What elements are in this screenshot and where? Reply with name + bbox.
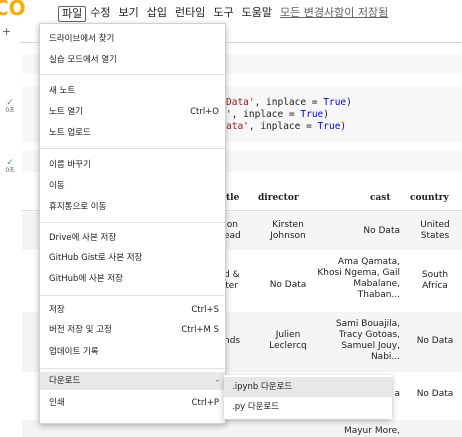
- menu-runtime[interactable]: 런타임: [171, 6, 209, 22]
- code-line-2: ', inplace = True): [226, 109, 329, 120]
- menu-item-print[interactable]: 인쇄 Ctrl+P: [40, 394, 225, 412]
- cell-title: nds: [224, 336, 241, 346]
- col-header-director: director: [258, 193, 299, 203]
- menu-file[interactable]: 파일: [58, 6, 87, 22]
- menu-item-save[interactable]: 저장 Ctrl+S: [40, 301, 225, 319]
- menu-separator: [40, 74, 225, 75]
- menu-item-open-playground[interactable]: 실습 모드에서 열기: [40, 51, 225, 69]
- menu-item-save-copy-drive[interactable]: Drive에 사본 저장: [40, 229, 225, 247]
- code-line-3: ata', inplace = True): [226, 121, 347, 132]
- cell-status-2: ✓ 0초: [0, 158, 20, 175]
- submenu-item-download-ipynb[interactable]: .ipynb 다운로드: [224, 377, 392, 397]
- code-line-1: Data', inplace = True): [226, 97, 352, 108]
- menu-separator: [40, 295, 225, 296]
- check-icon: ✓: [6, 158, 14, 168]
- menu-separator: [40, 368, 225, 369]
- cell-cast: No Data: [363, 226, 400, 236]
- file-menu: 드라이브에서 찾기 실습 모드에서 열기 새 노트 노트 열기 Ctrl+O 노트…: [39, 23, 226, 424]
- add-cell-icon[interactable]: +: [2, 25, 11, 38]
- menu-separator: [40, 222, 225, 223]
- cell-cast: Ama Qamata, Khosi Ngema, Gail Mabalane, …: [317, 257, 400, 300]
- menu-item-new-notebook[interactable]: 새 노트: [40, 82, 225, 100]
- submenu-arrow-icon: -: [215, 376, 219, 386]
- menu-view[interactable]: 보기: [115, 6, 143, 22]
- cell-director: Kirsten Johnson: [270, 220, 306, 241]
- check-icon: ✓: [6, 98, 14, 108]
- menu-help[interactable]: 도움말: [238, 6, 276, 22]
- col-header-country: country: [410, 193, 449, 203]
- menu-item-move-to-trash[interactable]: 휴지통으로 이동: [40, 198, 225, 216]
- col-header-title: tle: [226, 193, 240, 203]
- download-submenu: .ipynb 다운로드 .py 다운로드: [224, 375, 392, 419]
- cell-country: South Africa: [421, 270, 449, 291]
- submenu-item-download-py[interactable]: .py 다운로드: [224, 397, 392, 417]
- cell-country: No Data: [416, 389, 454, 399]
- cell-title: d & ter: [224, 270, 240, 291]
- menu-item-save-copy-github[interactable]: GitHub에 사본 저장: [40, 270, 225, 288]
- menu-item-revision-history[interactable]: 업데이트 기록: [40, 343, 225, 361]
- menu-item-rename[interactable]: 이름 바꾸기: [40, 156, 225, 174]
- menu-items: 파일 수정 보기 삽입 런타임 도구 도움말 모든 변경사항이 저장됨: [58, 6, 392, 22]
- menu-item-upload-notebook[interactable]: 노트 업로드: [40, 124, 225, 142]
- cell-cast: Sami Bouajila, Tracy Gotoas, Samuel Jouy…: [335, 319, 400, 362]
- cell-country: United States: [420, 220, 450, 241]
- menu-item-open-notebook[interactable]: 노트 열기 Ctrl+O: [40, 103, 225, 121]
- cell-time-2: 0초: [5, 167, 15, 174]
- menu-item-download[interactable]: 다운로드 -: [40, 372, 225, 390]
- menu-insert[interactable]: 삽입: [143, 6, 171, 22]
- cell-status-1: ✓ 0초: [0, 98, 20, 115]
- menu-edit[interactable]: 수정: [86, 6, 114, 22]
- cell-title: on ead: [224, 220, 241, 241]
- menu-bar: CO 파일 수정 보기 삽입 런타임 도구 도움말 모든 변경사항이 저장됨: [0, 0, 462, 24]
- cell-country: No Data: [416, 336, 454, 346]
- menu-tools[interactable]: 도구: [209, 6, 237, 22]
- cell-cast: Mayur More,: [343, 426, 400, 436]
- menu-item-find-in-drive[interactable]: 드라이브에서 찾기: [40, 30, 225, 48]
- menu-item-save-copy-gist[interactable]: GitHub Gist로 사본 저장: [40, 249, 225, 267]
- cell-director: Julien Leclercq: [269, 330, 307, 351]
- col-header-cast: cast: [370, 193, 391, 203]
- menu-item-move[interactable]: 이동: [40, 177, 225, 195]
- save-status-link[interactable]: 모든 변경사항이 저장됨: [276, 6, 392, 22]
- cell-time-1: 0초: [5, 107, 15, 114]
- colab-logo: CO: [0, 0, 26, 20]
- menu-item-save-pin-revision[interactable]: 버전 저장 및 고정 Ctrl+M S: [40, 321, 225, 339]
- menu-separator: [40, 148, 225, 149]
